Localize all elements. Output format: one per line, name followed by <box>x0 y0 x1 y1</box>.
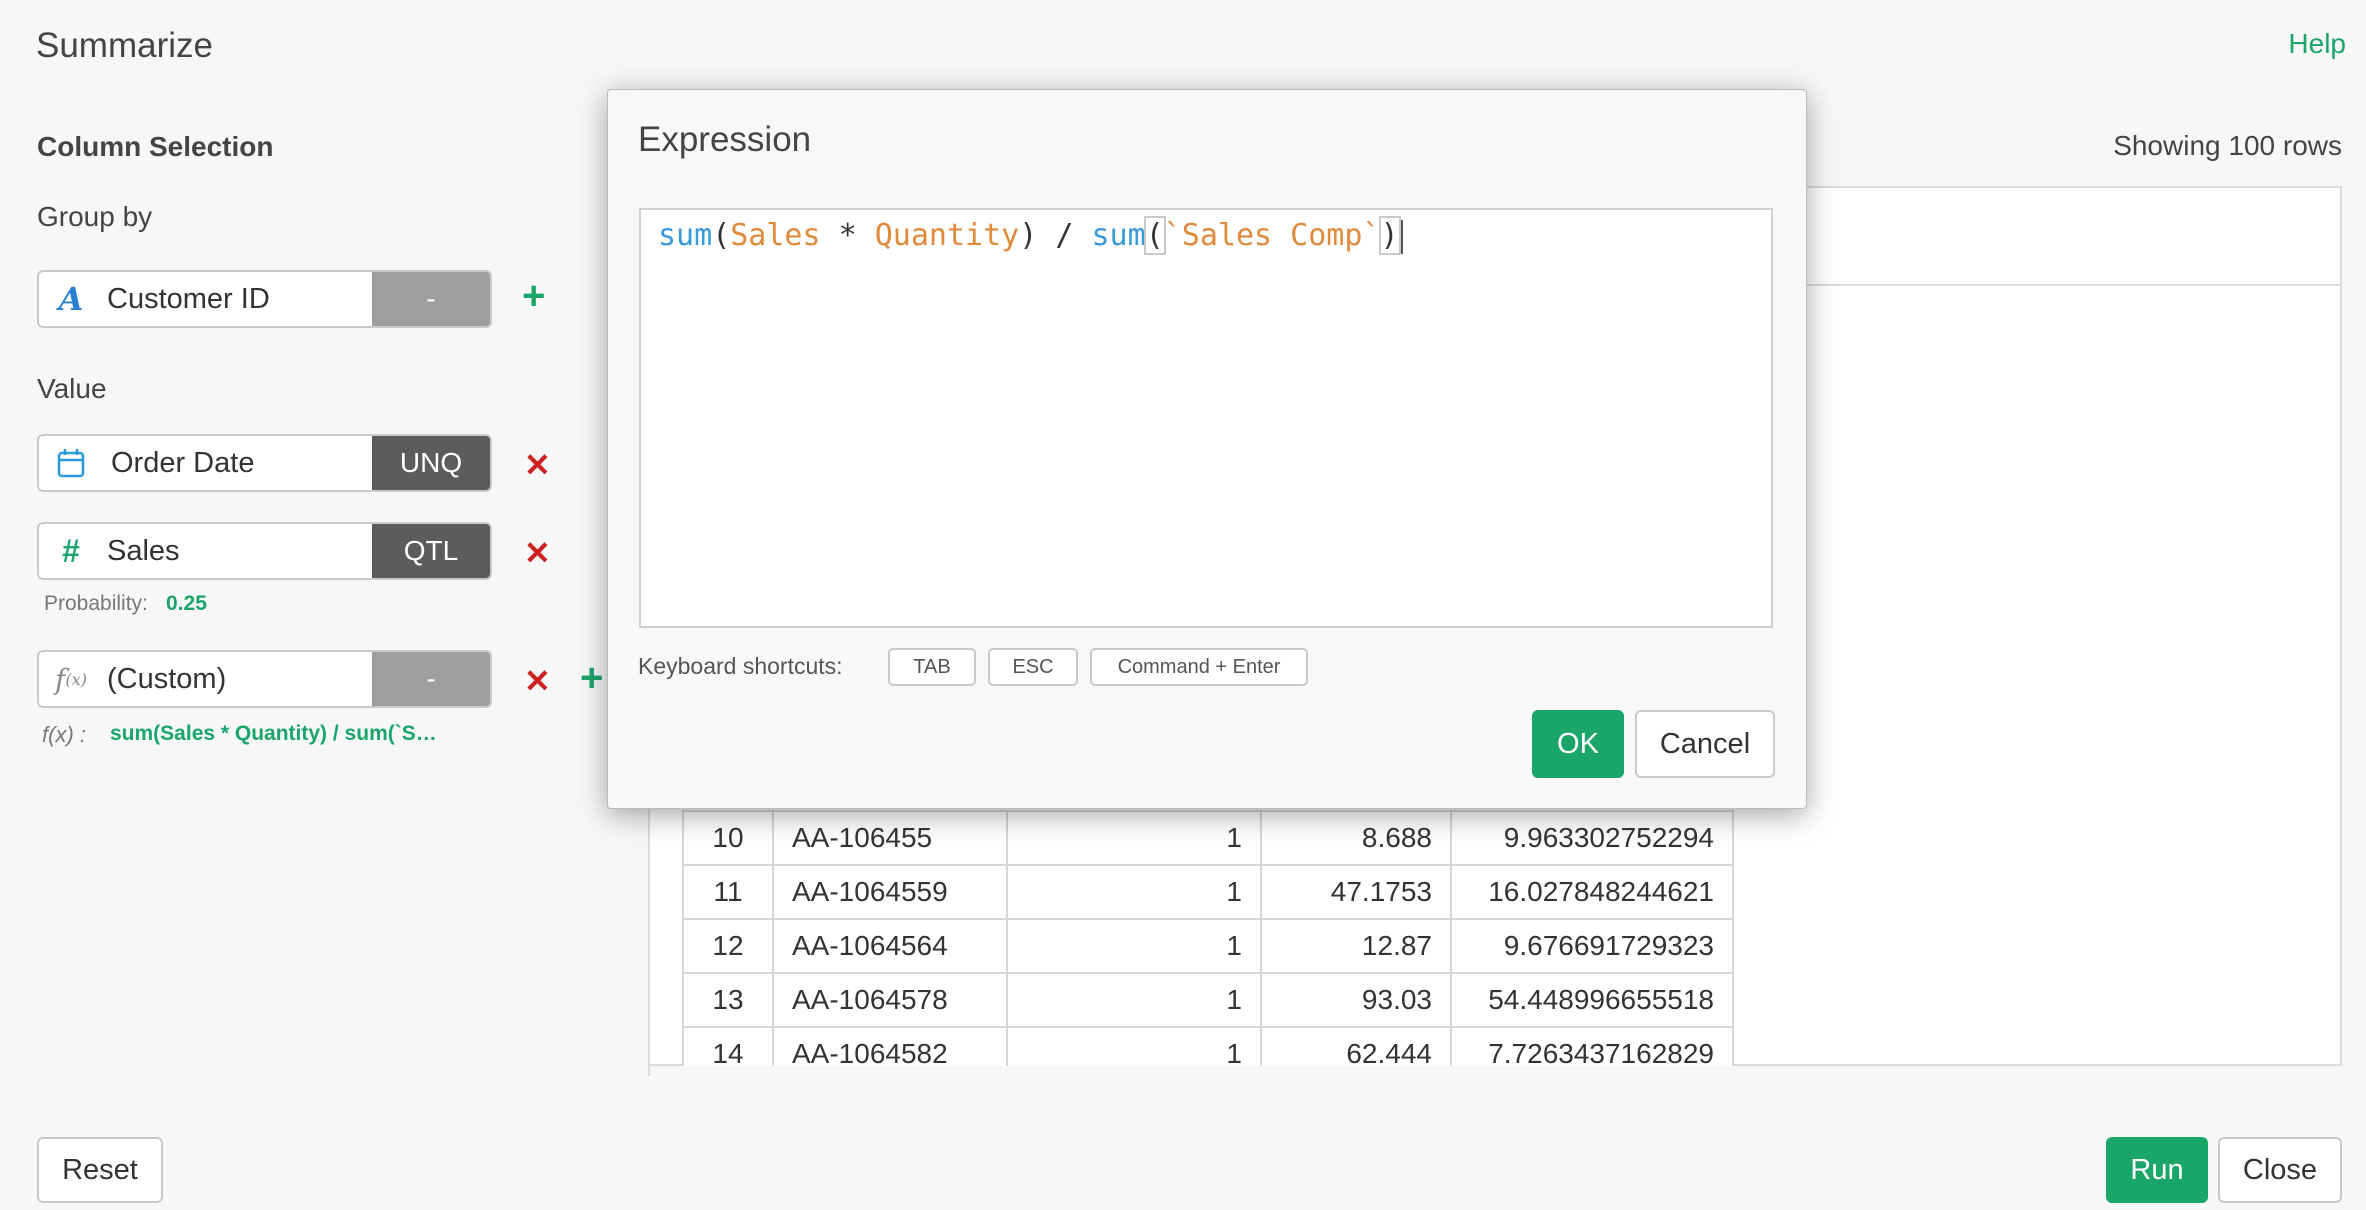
table-row: 12 AA-1064564 1 12.87 9.676691729323 <box>682 918 1734 974</box>
aggregation-button-custom[interactable]: - <box>372 652 490 706</box>
row-number: 14 <box>682 1026 774 1066</box>
function-icon: f (x) <box>55 662 87 696</box>
code-token: ) <box>1019 218 1038 253</box>
table-cell: 54.448996655518 <box>1450 972 1734 1028</box>
table-cell: AA-1064559 <box>772 864 1008 920</box>
value-field-custom[interactable]: f (x) (Custom) - <box>37 650 492 708</box>
table-cell: 1 <box>1006 1026 1262 1066</box>
close-button[interactable]: Close <box>2218 1137 2342 1203</box>
table-cell: 47.1753 <box>1260 864 1452 920</box>
table-row: 13 AA-1064578 1 93.03 54.448996655518 <box>682 972 1734 1028</box>
shortcut-key-esc: ESC <box>988 648 1078 686</box>
showing-rows-count: Showing 100 rows <box>2113 130 2342 161</box>
code-token: / <box>1037 218 1092 253</box>
shortcut-key-command-enter: Command + Enter <box>1090 648 1308 686</box>
preview-table-viewport[interactable]: 10 AA-106455 1 8.688 9.963302752294 11 A… <box>682 810 1742 1066</box>
table-cell: 7.7263437162829 <box>1450 1026 1734 1066</box>
remove-value-button[interactable]: ✕ <box>524 446 551 484</box>
add-value-button[interactable]: + <box>580 656 603 701</box>
table-row: 14 AA-1064582 1 62.444 7.7263437162829 <box>682 1026 1734 1066</box>
dialog-title: Expression <box>638 120 812 159</box>
group-by-column-name: Customer ID <box>107 283 270 315</box>
expression-code[interactable]: sum(Sales * Quantity) / sum(`Sales Comp`… <box>658 216 1403 255</box>
remove-value-button[interactable]: ✕ <box>524 662 551 700</box>
table-cell: AA-1064564 <box>772 918 1008 974</box>
table-cell: 1 <box>1006 918 1262 974</box>
keyboard-shortcuts-label: Keyboard shortcuts: <box>638 653 843 679</box>
number-hash-icon: # <box>62 532 80 569</box>
value-column-name: Sales <box>107 535 180 567</box>
code-token: * <box>820 218 875 253</box>
code-token: sum <box>658 218 713 253</box>
table-cell: 62.444 <box>1260 1026 1452 1066</box>
group-by-label: Group by <box>37 201 153 232</box>
group-by-aggregation-button[interactable]: - <box>372 272 490 326</box>
aggregation-button-unq[interactable]: UNQ <box>372 436 490 490</box>
calendar-icon <box>51 436 91 490</box>
value-column-name: (Custom) <box>107 663 227 695</box>
value-field-sales[interactable]: # Sales QTL <box>37 522 492 580</box>
table-cell: AA-106455 <box>772 810 1008 866</box>
table-cell: 8.688 <box>1260 810 1452 866</box>
table-cell: 1 <box>1006 810 1262 866</box>
value-label: Value <box>37 373 107 404</box>
table-cell: 9.963302752294 <box>1450 810 1734 866</box>
ok-button[interactable]: OK <box>1532 710 1624 778</box>
string-type-icon: A <box>58 280 84 318</box>
value-field-order-date[interactable]: Order Date UNQ <box>37 434 492 492</box>
code-token: Sales <box>730 218 821 253</box>
table-cell: 16.027848244621 <box>1450 864 1734 920</box>
aggregation-button-qtl[interactable]: QTL <box>372 524 490 578</box>
group-by-field[interactable]: A Customer ID - <box>37 270 492 328</box>
row-number: 12 <box>682 918 774 974</box>
preview-table: 10 AA-106455 1 8.688 9.963302752294 11 A… <box>682 810 1734 1066</box>
code-token: sum <box>1091 218 1146 253</box>
text-cursor <box>1400 219 1403 254</box>
function-icon: f(x) : <box>42 722 86 747</box>
code-token: Quantity <box>874 218 1020 253</box>
page-title: Summarize <box>36 26 213 65</box>
table-cell: 93.03 <box>1260 972 1452 1028</box>
value-column-name: Order Date <box>111 447 255 479</box>
add-group-by-button[interactable]: + <box>522 274 545 319</box>
table-cell: 1 <box>1006 864 1262 920</box>
table-cell: 1 <box>1006 972 1262 1028</box>
reset-button[interactable]: Reset <box>37 1137 163 1203</box>
code-token: `Sales Comp` <box>1163 218 1381 253</box>
table-row: 10 AA-106455 1 8.688 9.963302752294 <box>682 810 1734 866</box>
row-number: 11 <box>682 864 774 920</box>
help-link[interactable]: Help <box>2288 28 2346 60</box>
row-number: 13 <box>682 972 774 1028</box>
custom-expression-link[interactable]: sum(Sales * Quantity) / sum(`S… <box>110 722 437 746</box>
expression-dialog: Expression sum(Sales * Quantity) / sum(`… <box>607 89 1807 809</box>
run-button[interactable]: Run <box>2106 1137 2208 1203</box>
code-token: ( <box>1143 216 1166 255</box>
code-token: ) <box>1378 216 1401 255</box>
probability-label: Probability: <box>44 592 148 615</box>
table-cell: AA-1064578 <box>772 972 1008 1028</box>
expression-editor[interactable]: sum(Sales * Quantity) / sum(`Sales Comp`… <box>639 208 1773 628</box>
row-number: 10 <box>682 810 774 866</box>
shortcut-key-tab: TAB <box>888 648 976 686</box>
remove-value-button[interactable]: ✕ <box>524 534 551 572</box>
table-cell: AA-1064582 <box>772 1026 1008 1066</box>
table-cell: 12.87 <box>1260 918 1452 974</box>
table-cell: 9.676691729323 <box>1450 918 1734 974</box>
cancel-button[interactable]: Cancel <box>1635 710 1775 778</box>
code-token: ( <box>712 218 731 253</box>
column-selection-title: Column Selection <box>37 131 274 162</box>
probability-value[interactable]: 0.25 <box>166 592 207 616</box>
table-row: 11 AA-1064559 1 47.1753 16.027848244621 <box>682 864 1734 920</box>
